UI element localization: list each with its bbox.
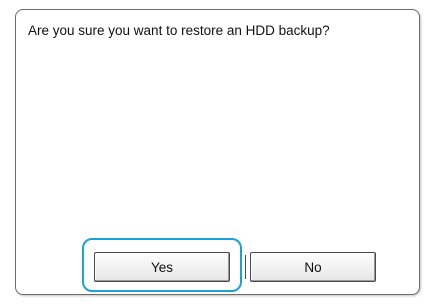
dialog-message: Are you sure you want to restore an HDD … <box>28 23 330 38</box>
confirm-restore-dialog: Are you sure you want to restore an HDD … <box>15 9 420 295</box>
yes-button[interactable]: Yes <box>94 252 230 282</box>
no-button[interactable]: No <box>245 252 376 282</box>
